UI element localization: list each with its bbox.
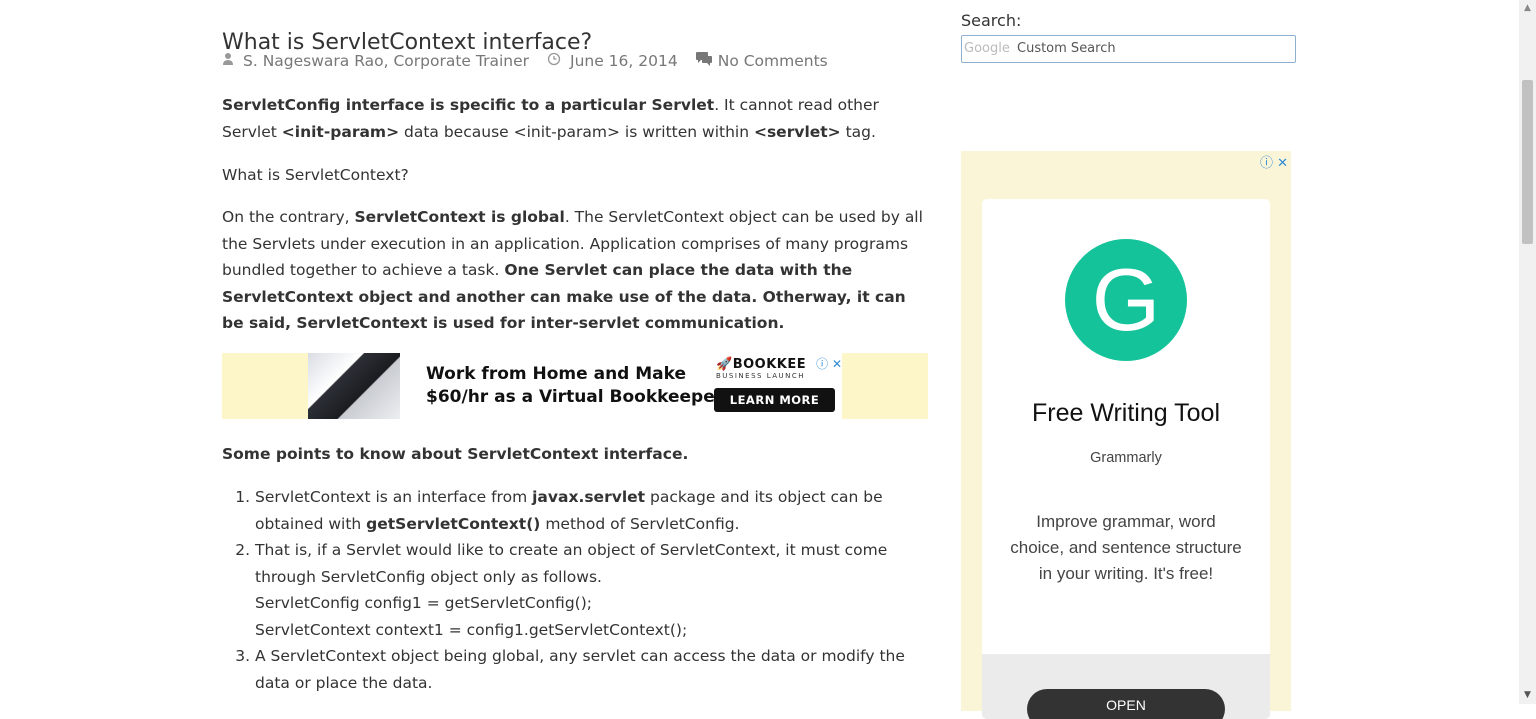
search-input[interactable]: Google Custom Search bbox=[961, 35, 1296, 63]
user-icon bbox=[222, 52, 234, 70]
post-title[interactable]: What is ServletContext interface? bbox=[222, 30, 592, 55]
para2-text1: On the contrary, bbox=[222, 208, 355, 226]
ad-brand-logo: 🚀BOOKKEE BUSINESS LAUNCH bbox=[716, 357, 806, 380]
point1-text1: ServletContext is an interface from bbox=[255, 488, 533, 506]
ad-card[interactable]: G Free Writing Tool Grammarly Improve gr… bbox=[982, 199, 1270, 719]
clock-icon bbox=[547, 52, 561, 70]
grammarly-logo-icon: G bbox=[1065, 239, 1187, 361]
sidebar-ad[interactable]: ⓘ ✕ G Free Writing Tool Grammarly Improv… bbox=[961, 151, 1291, 719]
google-logo: Google bbox=[964, 41, 1010, 56]
para1-bold1: ServletConfig interface is specific to a… bbox=[222, 96, 715, 114]
post-date[interactable]: June 16, 2014 bbox=[570, 52, 678, 70]
points-heading: Some points to know about ServletContext… bbox=[222, 441, 928, 468]
para1-bold2: <init-param> bbox=[281, 122, 400, 141]
ad-close-controls[interactable]: ⓘ ✕ bbox=[816, 355, 842, 372]
ad-title[interactable]: Free Writing Tool bbox=[982, 399, 1270, 428]
grammarly-logo-letter: G bbox=[1091, 250, 1161, 349]
point1-bold2: getServletContext() bbox=[366, 514, 541, 533]
point2-code1: ServletConfig config1 = getServletConfig… bbox=[255, 594, 592, 612]
subheading: What is ServletContext? bbox=[222, 166, 409, 184]
scrollbar-thumb[interactable] bbox=[1522, 80, 1533, 244]
point3-text: A ServletContext object being global, an… bbox=[255, 647, 905, 692]
ad-description: Improve grammar, word choice, and senten… bbox=[1010, 512, 1242, 583]
list-item: A ServletContext object being global, an… bbox=[255, 643, 928, 696]
banner-ad-creative[interactable]: Work from Home and Make $60/hr as a Virt… bbox=[308, 353, 842, 419]
post-author[interactable]: S. Nageswara Rao, Corporate Trainer bbox=[243, 52, 529, 70]
ad-headline[interactable]: Work from Home and Make $60/hr as a Virt… bbox=[426, 363, 723, 409]
point1-bold1: javax.servlet bbox=[532, 488, 646, 506]
ad-brand-sub: BUSINESS LAUNCH bbox=[716, 372, 806, 380]
ad-open-button[interactable]: OPEN bbox=[1027, 689, 1225, 719]
page-scrollbar[interactable]: ▲ ▼ bbox=[1519, 0, 1536, 704]
intro-paragraph: ServletConfig interface is specific to a… bbox=[222, 92, 928, 145]
ad-photo bbox=[308, 353, 400, 419]
ad-close-controls[interactable]: ⓘ ✕ bbox=[1260, 152, 1288, 171]
post-comments-link[interactable]: No Comments bbox=[718, 52, 828, 70]
ad-advertiser: Grammarly bbox=[1090, 450, 1162, 466]
ad-footer: OPEN bbox=[982, 654, 1270, 719]
points-heading-text: Some points to know about ServletContext… bbox=[222, 445, 689, 463]
para2-bold1: ServletContext is global bbox=[354, 208, 565, 226]
points-list: ServletContext is an interface from java… bbox=[222, 484, 928, 696]
ad-brand-name: BOOKKEE bbox=[732, 357, 807, 372]
rocket-icon: 🚀 bbox=[716, 357, 733, 372]
point2-text: That is, if a Servlet would like to crea… bbox=[255, 541, 888, 586]
scroll-up-arrow-icon[interactable]: ▲ bbox=[1519, 0, 1536, 17]
point1-text3: method of ServletConfig. bbox=[540, 514, 740, 533]
point2-code2: ServletContext context1 = config1.getSer… bbox=[255, 620, 688, 639]
banner-ad[interactable]: Work from Home and Make $60/hr as a Virt… bbox=[222, 353, 928, 419]
search-label: Search: bbox=[961, 11, 1022, 30]
search-placeholder: Custom Search bbox=[1017, 41, 1116, 56]
scroll-down-arrow-icon[interactable]: ▼ bbox=[1519, 687, 1536, 704]
list-item: ServletContext is an interface from java… bbox=[255, 484, 928, 537]
list-item: That is, if a Servlet would like to crea… bbox=[255, 537, 928, 643]
para1-bold3: <servlet> bbox=[753, 122, 841, 141]
para1-text3: tag. bbox=[840, 122, 876, 141]
context-paragraph: On the contrary, ServletContext is globa… bbox=[222, 204, 928, 337]
ad-headline-line2: $60/hr as a Virtual Bookkeeper bbox=[426, 387, 724, 407]
ad-headline-line1: Work from Home and Make bbox=[426, 364, 687, 384]
post-meta: S. Nageswara Rao, Corporate Trainer June… bbox=[222, 52, 828, 70]
para1-text2: data because <init-param> is written wit… bbox=[399, 122, 754, 141]
ad-learn-more-button[interactable]: LEARN MORE bbox=[714, 388, 835, 412]
comment-icon bbox=[695, 52, 713, 70]
